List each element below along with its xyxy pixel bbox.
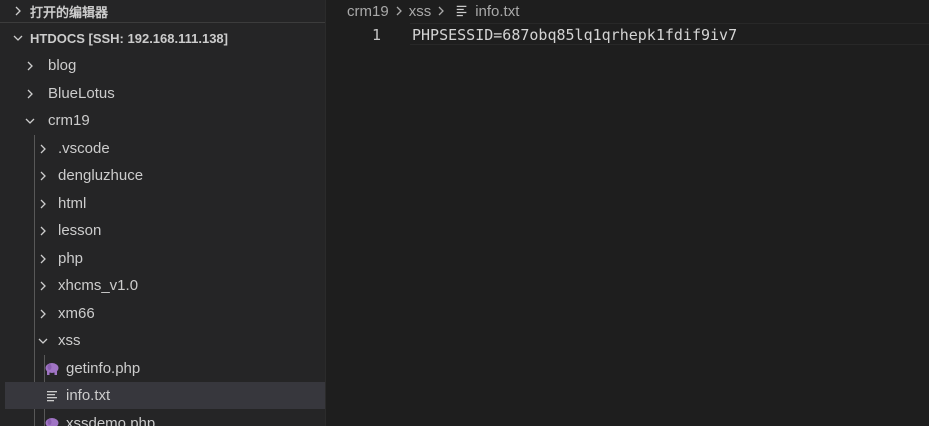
tree-file-getinfo[interactable]: getinfo.php <box>5 355 325 382</box>
chevron-right-icon <box>35 196 51 212</box>
chevron-right-icon <box>35 278 51 294</box>
chevron-right-icon <box>35 223 51 239</box>
tree-folder-html[interactable]: html <box>5 190 325 217</box>
tree-folder-vscode[interactable]: .vscode <box>5 135 325 162</box>
tree-item-label: info.txt <box>66 387 111 404</box>
text-file-icon <box>455 4 469 18</box>
breadcrumb-item[interactable]: info.txt <box>475 3 519 20</box>
php-elephant-icon <box>44 361 60 377</box>
tree-folder-xm66[interactable]: xm66 <box>5 300 325 327</box>
tree-item-label: xssdemo.php <box>66 415 156 426</box>
chevron-right-icon <box>35 306 51 322</box>
tree-item-label: lesson <box>58 222 102 239</box>
chevron-down-icon <box>10 30 26 46</box>
tree-file-xssdemo[interactable]: xssdemo.php <box>5 410 325 426</box>
text-file-icon <box>44 388 60 404</box>
tree-item-label: getinfo.php <box>66 360 141 377</box>
workspace-label: HTDOCS [SSH: 192.168.111.138] <box>30 30 228 46</box>
chevron-down-icon <box>35 333 51 349</box>
chevron-right-icon <box>22 58 38 74</box>
tree-folder-xss[interactable]: xss <box>5 327 325 354</box>
chevron-right-icon <box>22 86 38 102</box>
tree-folder-xhcms[interactable]: xhcms_v1.0 <box>5 272 325 299</box>
chevron-right-icon <box>35 251 51 267</box>
open-editors-label: 打开的编辑器 <box>30 4 109 20</box>
tree-item-label: xhcms_v1.0 <box>58 277 139 294</box>
chevron-right-icon <box>35 141 51 157</box>
chevron-down-icon <box>22 113 38 129</box>
php-elephant-icon <box>44 416 60 426</box>
tree-folder-php[interactable]: php <box>5 245 325 272</box>
tree-file-info-txt[interactable]: info.txt <box>5 382 325 409</box>
tree-item-label: xm66 <box>58 305 95 322</box>
chevron-right-icon <box>392 4 406 18</box>
explorer-sidebar: 打开的编辑器 HTDOCS [SSH: 192.168.111.138] blo… <box>0 0 325 426</box>
line-number: 1 <box>371 26 381 44</box>
tree-folder-lesson[interactable]: lesson <box>5 217 325 244</box>
tree-item-label: html <box>58 195 87 212</box>
tree-item-label: .vscode <box>58 140 110 157</box>
breadcrumb-item[interactable]: crm19 <box>347 3 389 20</box>
breadcrumb: crm19 xss info.txt <box>347 1 519 21</box>
tree-item-label: php <box>58 250 84 267</box>
tree-item-label: blog <box>48 57 77 74</box>
vscode-window: 打开的编辑器 HTDOCS [SSH: 192.168.111.138] blo… <box>0 0 929 426</box>
tree-folder-bluelotus[interactable]: BlueLotus <box>5 80 325 107</box>
tree-folder-crm19[interactable]: crm19 <box>5 107 325 134</box>
tree-item-label: crm19 <box>48 112 90 129</box>
chevron-right-icon <box>10 3 26 19</box>
tree-folder-blog[interactable]: blog <box>5 52 325 79</box>
open-editors-header[interactable]: 打开的编辑器 <box>0 0 325 23</box>
chevron-right-icon <box>434 4 448 18</box>
code-line[interactable]: PHPSESSID=687obq85lq1qrhepk1fdif9iv7 <box>412 25 737 45</box>
workspace-header[interactable]: HTDOCS [SSH: 192.168.111.138] <box>0 27 325 49</box>
chevron-right-icon <box>35 168 51 184</box>
editor-pane[interactable]: crm19 xss info.txt 1 PHPSESSID=687obq85l… <box>325 0 929 426</box>
tree-item-label: xss <box>58 332 81 349</box>
tree-item-label: BlueLotus <box>48 85 115 102</box>
tree-folder-dengluzhuce[interactable]: dengluzhuce <box>5 162 325 189</box>
tree-item-label: dengluzhuce <box>58 167 144 184</box>
breadcrumb-item[interactable]: xss <box>409 3 432 20</box>
